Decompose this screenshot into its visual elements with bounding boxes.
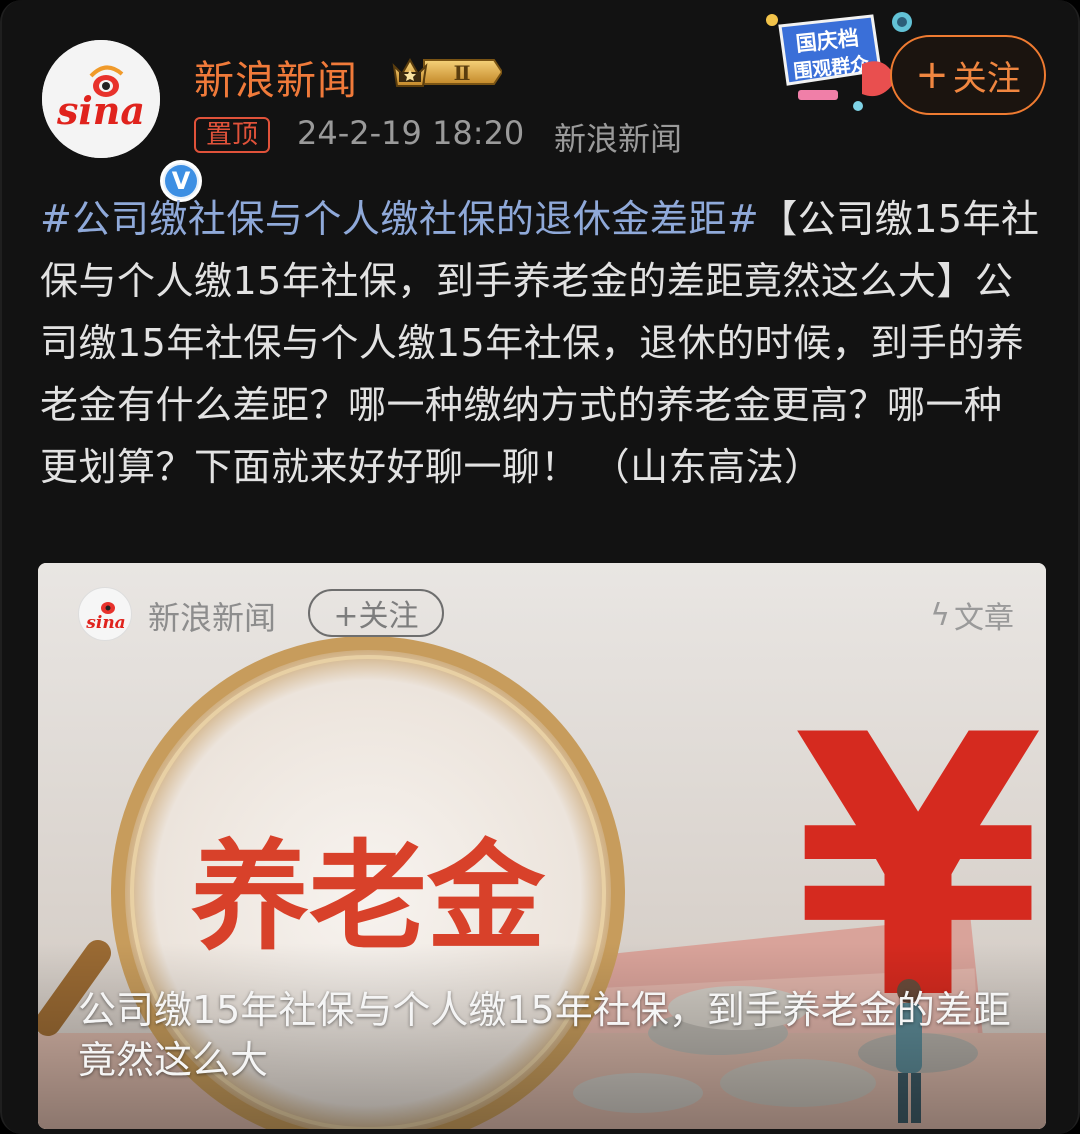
weibo-post-card: sina V 新浪新闻 Ⅱ 置顶 24-2-19 18:20 新浪新闻 国庆档 … bbox=[0, 0, 1080, 1134]
card-logo-text: sina bbox=[85, 613, 125, 633]
card-author-avatar[interactable]: sina bbox=[78, 587, 132, 641]
article-type-label: ϟ 文章 bbox=[930, 593, 1014, 637]
author-name[interactable]: 新浪新闻 bbox=[194, 48, 358, 106]
sina-logo-small-icon: sina bbox=[85, 602, 126, 633]
pinned-tag: 置顶 bbox=[194, 117, 271, 153]
article-type-text: 文章 bbox=[954, 601, 1014, 636]
post-timestamp: 24-2-19 18:20 bbox=[297, 114, 525, 152]
follow-button-label: 关注 bbox=[952, 58, 1021, 99]
post-source: 新浪新闻 bbox=[554, 120, 683, 158]
hashtag-topic-link[interactable]: #公司缴社保与个人缴社保的退休金差距# bbox=[40, 197, 759, 241]
card-author-name[interactable]: 新浪新闻 bbox=[148, 593, 276, 639]
post-text: #公司缴社保与个人缴社保的退休金差距#【公司缴15年社保与个人缴15年社保，到手… bbox=[40, 188, 1040, 498]
article-title[interactable]: 公司缴15年社保与个人缴15年社保，到手养老金的差距竟然这么大 bbox=[78, 985, 1018, 1085]
lightning-icon: ϟ bbox=[930, 597, 950, 633]
sina-logo-icon: sina bbox=[42, 40, 160, 158]
card-follow-button[interactable]: +关注 bbox=[308, 589, 444, 637]
follow-button[interactable]: + 关注 bbox=[890, 35, 1046, 115]
national-day-promo-sticker[interactable]: 国庆档 围观群众 bbox=[762, 8, 912, 116]
crown-level-badge-icon: Ⅱ bbox=[392, 57, 502, 87]
plus-icon: + bbox=[915, 52, 949, 98]
author-avatar[interactable]: sina V bbox=[42, 40, 202, 202]
level-badge-text: Ⅱ bbox=[454, 61, 471, 85]
avatar-logo-text: sina bbox=[56, 88, 145, 133]
article-card[interactable]: 养老金 ¥ sina 新浪新闻 +关注 ϟ 文章 公司缴15年社保与个人缴15年… bbox=[38, 563, 1046, 1129]
